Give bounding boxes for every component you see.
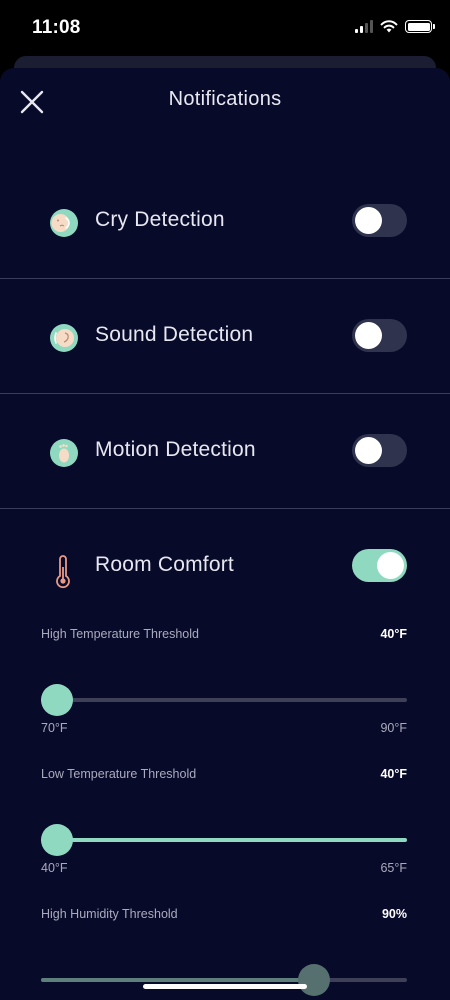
high-temperature-value: 40°F: [380, 627, 407, 641]
cry-detection-toggle[interactable]: [352, 204, 407, 237]
status-icons: [355, 20, 435, 33]
status-time: 11:08: [32, 17, 81, 38]
setting-label: Room Comfort: [95, 553, 234, 576]
room-comfort-toggle[interactable]: [352, 549, 407, 582]
page-title: Notifications: [168, 88, 282, 110]
low-temperature-label: Low Temperature Threshold: [41, 767, 197, 781]
motion-detection-toggle[interactable]: [352, 434, 407, 467]
setting-row-motion-detection: Motion Detection: [0, 393, 450, 508]
high-temperature-slider[interactable]: [41, 683, 407, 717]
high-humidity-slider[interactable]: [41, 963, 407, 997]
setting-row-sound-detection: Sound Detection: [0, 278, 450, 393]
low-temperature-value: 40°F: [380, 767, 407, 781]
notifications-sheet: Notifications Cry Detection Sound Detect…: [0, 68, 450, 1000]
home-indicator: [143, 984, 307, 989]
status-bar: 11:08: [0, 0, 450, 56]
setting-label: Cry Detection: [95, 208, 225, 231]
low-temperature-min-label: 40°F: [41, 861, 68, 875]
header: Notifications: [0, 68, 450, 132]
battery-icon: [405, 20, 435, 33]
slider-thumb[interactable]: [41, 824, 73, 856]
thermometer-icon: [56, 555, 70, 589]
setting-label: Motion Detection: [95, 438, 256, 461]
low-temperature-slider[interactable]: [41, 823, 407, 857]
low-temperature-max-label: 65°F: [380, 861, 407, 875]
setting-row-room-comfort: Room Comfort: [0, 508, 450, 623]
high-humidity-value: 90%: [381, 907, 407, 921]
slider-thumb[interactable]: [41, 684, 73, 716]
sound-detection-toggle[interactable]: [352, 319, 407, 352]
wifi-icon: [380, 20, 398, 33]
slider-thumb[interactable]: [298, 964, 331, 996]
cellular-signal-icon: [355, 20, 373, 33]
footprint-icon: [50, 439, 78, 467]
high-temperature-label: High Temperature Threshold: [41, 627, 199, 641]
setting-label: Sound Detection: [95, 323, 254, 346]
high-temperature-min-label: 70°F: [41, 721, 68, 735]
high-temperature-max-label: 90°F: [380, 721, 407, 735]
high-humidity-label: High Humidity Threshold: [41, 907, 178, 921]
setting-row-cry-detection: Cry Detection: [0, 163, 450, 278]
ear-sound-icon: [50, 324, 78, 352]
cry-face-icon: [50, 209, 78, 237]
